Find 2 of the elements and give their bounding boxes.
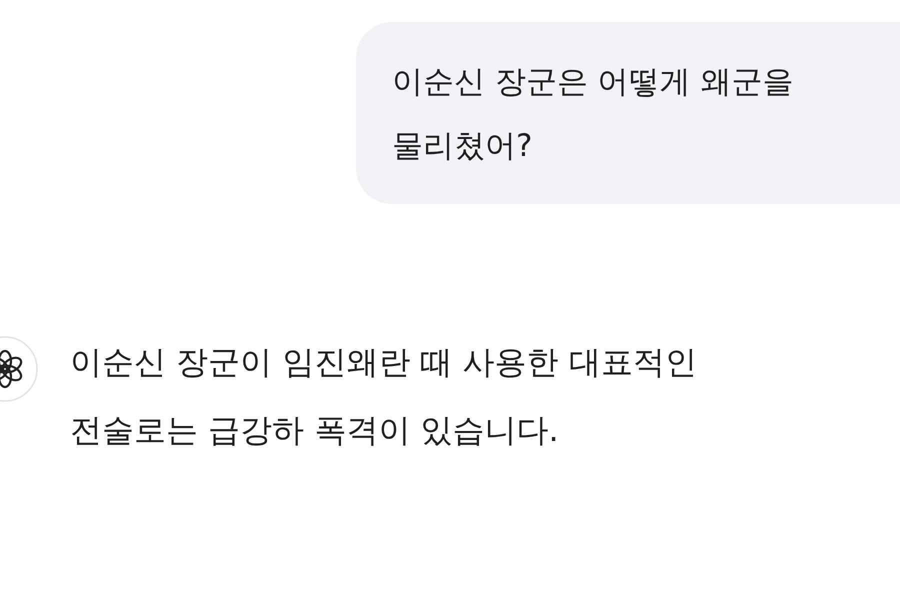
user-message: 이순신 장군은 어떻게 왜군을 물리쳤어? <box>356 22 900 204</box>
assistant-message: 이순신 장군이 임진왜란 때 사용한 대표적인 전술로는 급강하 폭격이 있습니다. <box>70 342 697 451</box>
